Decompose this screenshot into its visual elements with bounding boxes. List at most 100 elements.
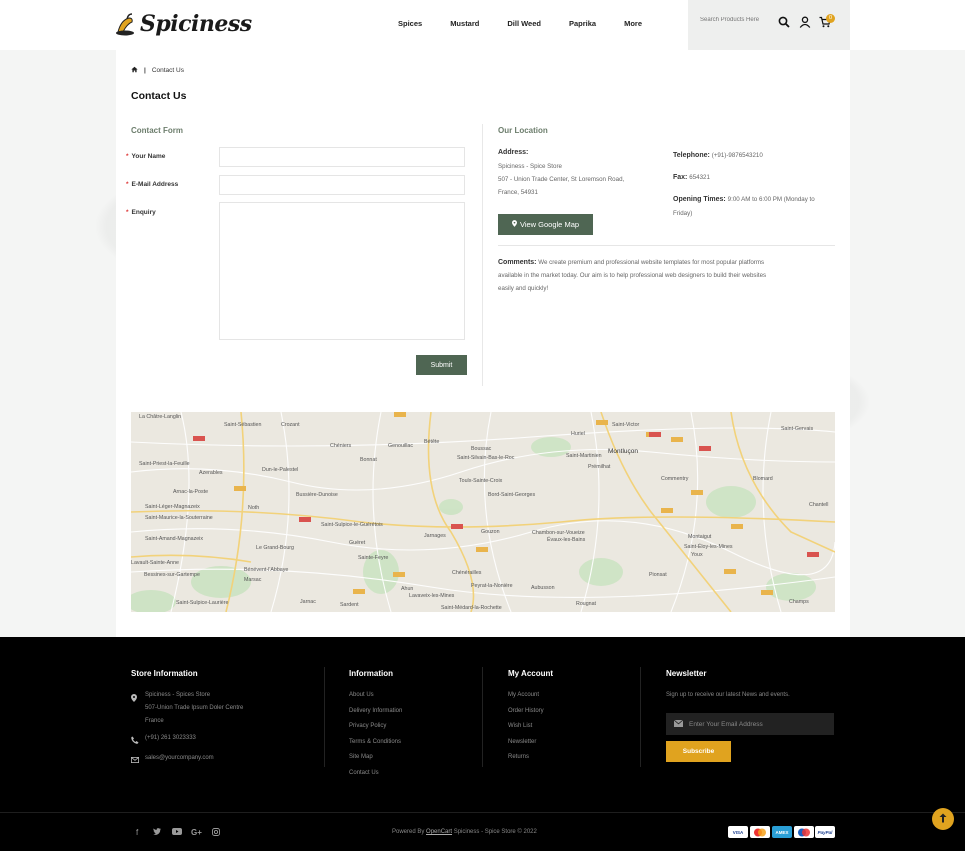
twitter-icon[interactable]	[153, 828, 161, 837]
map-city-label: Guéret	[349, 540, 366, 546]
fax-label: Fax:	[673, 174, 688, 181]
footer-link-about-us[interactable]: About Us	[349, 692, 374, 698]
nav-more[interactable]: More	[624, 19, 642, 28]
store-phone: (+91) 261 3023333	[145, 735, 196, 741]
map-city-label: La Châtre-Langlin	[139, 414, 182, 420]
comments-text-3: easily and quickly!	[498, 285, 549, 292]
newsletter-text: Sign up to receive our latest News and e…	[666, 692, 790, 698]
map-city-label: Youx	[691, 552, 703, 558]
opening-times-value-2: Friday)	[673, 210, 693, 217]
map-city-label: Gouzon	[481, 529, 500, 535]
location-pin-icon	[131, 694, 137, 704]
map-city-label: Jarnac	[300, 599, 316, 605]
map-city-label: Bonnat	[360, 457, 377, 463]
powered-by-text: Powered By	[392, 829, 425, 835]
my-account-title: My Account	[508, 669, 554, 678]
comments-text-2: available in the market today. Our aim i…	[498, 272, 767, 279]
your-name-input[interactable]	[219, 147, 465, 167]
view-google-map-button[interactable]: View Google Map	[498, 214, 593, 235]
newsletter-title: Newsletter	[666, 669, 707, 678]
footer-link-wish-list[interactable]: Wish List	[508, 723, 532, 729]
opencart-link[interactable]: OpenCart	[426, 829, 452, 835]
contact-details: Telephone: (+91)-9876543210 Fax: 654321 …	[673, 149, 843, 220]
map-city-label: Peyrat-la-Nonière	[471, 583, 513, 589]
store-address-line-1: Spiciness - Spices Store	[145, 692, 211, 698]
brand-name: Spiciness	[140, 11, 252, 37]
mastercard-payment-icon	[750, 826, 770, 838]
copyright-text: Spiciness - Spice Store © 2022	[453, 829, 537, 835]
footer-divider	[482, 667, 483, 767]
required-mark: *	[126, 181, 129, 188]
email-field[interactable]	[219, 175, 465, 195]
subscribe-button[interactable]: Subscribe	[666, 741, 731, 762]
store-address-line-3: France	[145, 718, 164, 724]
footer-link-sitemap[interactable]: Site Map	[349, 754, 373, 760]
map-city-label: Saint-Sébastien	[224, 422, 262, 428]
map-city-label: Bussière-Dunoise	[296, 492, 338, 498]
breadcrumb-current[interactable]: Contact Us	[152, 67, 184, 74]
map-city-label: Chambon-sur-Voueize	[532, 530, 585, 536]
map-city-label: Sardent	[340, 602, 359, 608]
footer-link-returns[interactable]: Returns	[508, 754, 529, 760]
comments-text-1: We create premium and professional websi…	[538, 259, 765, 266]
map-city-label: Saint-Maurice-la-Souterraine	[145, 515, 213, 521]
scroll-to-top-button[interactable]	[932, 808, 954, 830]
address-label: Address:	[498, 149, 529, 156]
store-email[interactable]: sales@yourcompany.com	[145, 755, 214, 761]
search-icon[interactable]	[778, 16, 792, 30]
map-city-label: Saint-Victor	[612, 422, 640, 428]
location-divider	[498, 245, 835, 246]
nav-spices[interactable]: Spices	[398, 19, 422, 28]
email-label: * E-Mail Address	[126, 181, 178, 188]
user-icon[interactable]	[799, 16, 813, 30]
map-city-label: Bétête	[424, 439, 440, 445]
facebook-icon[interactable]: f	[136, 828, 138, 837]
footer-link-newsletter[interactable]: Newsletter	[508, 739, 536, 745]
map-city-label: Saint-Sulpice-Laurière	[176, 600, 229, 606]
main-nav: Spices Mustard Dill Weed Paprika More	[398, 19, 670, 28]
search-input[interactable]	[700, 17, 778, 23]
column-divider	[482, 124, 483, 386]
map-city-label: Saint-Sulpice-le-Guérétois	[321, 522, 383, 528]
envelope-icon	[673, 719, 684, 729]
google-plus-icon[interactable]: G+	[191, 828, 202, 837]
newsletter-placeholder: Enter Your Email Address	[689, 720, 763, 728]
footer-divider	[324, 667, 325, 767]
nav-paprika[interactable]: Paprika	[569, 19, 596, 28]
footer: Store Information Spiciness - Spices Sto…	[0, 637, 965, 851]
nav-dill-weed[interactable]: Dill Weed	[507, 19, 541, 28]
map-city-label: Chéniers	[330, 443, 352, 449]
store-address-line-2: 507-Union Trade Ipsum Doler Centre	[145, 705, 244, 711]
information-title: Information	[349, 669, 393, 678]
footer-link-order-history[interactable]: Order History	[508, 708, 544, 714]
logo[interactable]: Spiciness	[115, 10, 252, 38]
footer-link-my-account[interactable]: My Account	[508, 692, 539, 698]
map-city-label: Toulx-Sainte-Croix	[459, 478, 503, 484]
map-city-label: Saint-Martinien	[566, 453, 602, 459]
newsletter-email-field[interactable]: Enter Your Email Address	[666, 713, 834, 735]
youtube-icon[interactable]	[172, 828, 182, 837]
home-icon[interactable]	[131, 66, 138, 75]
map-city-label: Huriel	[571, 431, 585, 437]
footer-link-privacy[interactable]: Privacy Policy	[349, 723, 386, 729]
footer-link-terms[interactable]: Terms & Conditions	[349, 739, 401, 745]
submit-button[interactable]: Submit	[416, 355, 467, 375]
instagram-icon[interactable]	[212, 828, 220, 838]
nav-mustard[interactable]: Mustard	[450, 19, 479, 28]
address-block: Address: Spiciness - Spice Store 507 - U…	[498, 149, 624, 199]
comments-label: Comments:	[498, 259, 537, 266]
google-map[interactable]: La Châtre-Langlin Saint-Sébastien Crozan…	[131, 412, 835, 612]
comments-block: Comments: We create premium and professi…	[498, 256, 835, 295]
map-city-label: Chantell	[809, 502, 829, 508]
map-city-label: Azerables	[199, 470, 223, 476]
map-city-label: Bénévent-l'Abbaye	[244, 567, 289, 573]
footer-link-delivery[interactable]: Delivery Information	[349, 708, 402, 714]
enquiry-textarea[interactable]	[219, 202, 465, 340]
map-city-label: Aubusson	[531, 585, 555, 591]
map-city-label: Arnac-la-Poste	[173, 489, 209, 495]
map-city-label: Noth	[248, 505, 260, 511]
page-title: Contact Us	[131, 90, 187, 102]
required-mark: *	[126, 209, 129, 216]
map-city-label: Saint-Silvain-Bas-le-Roc	[457, 455, 515, 461]
footer-link-contact[interactable]: Contact Us	[349, 770, 379, 776]
